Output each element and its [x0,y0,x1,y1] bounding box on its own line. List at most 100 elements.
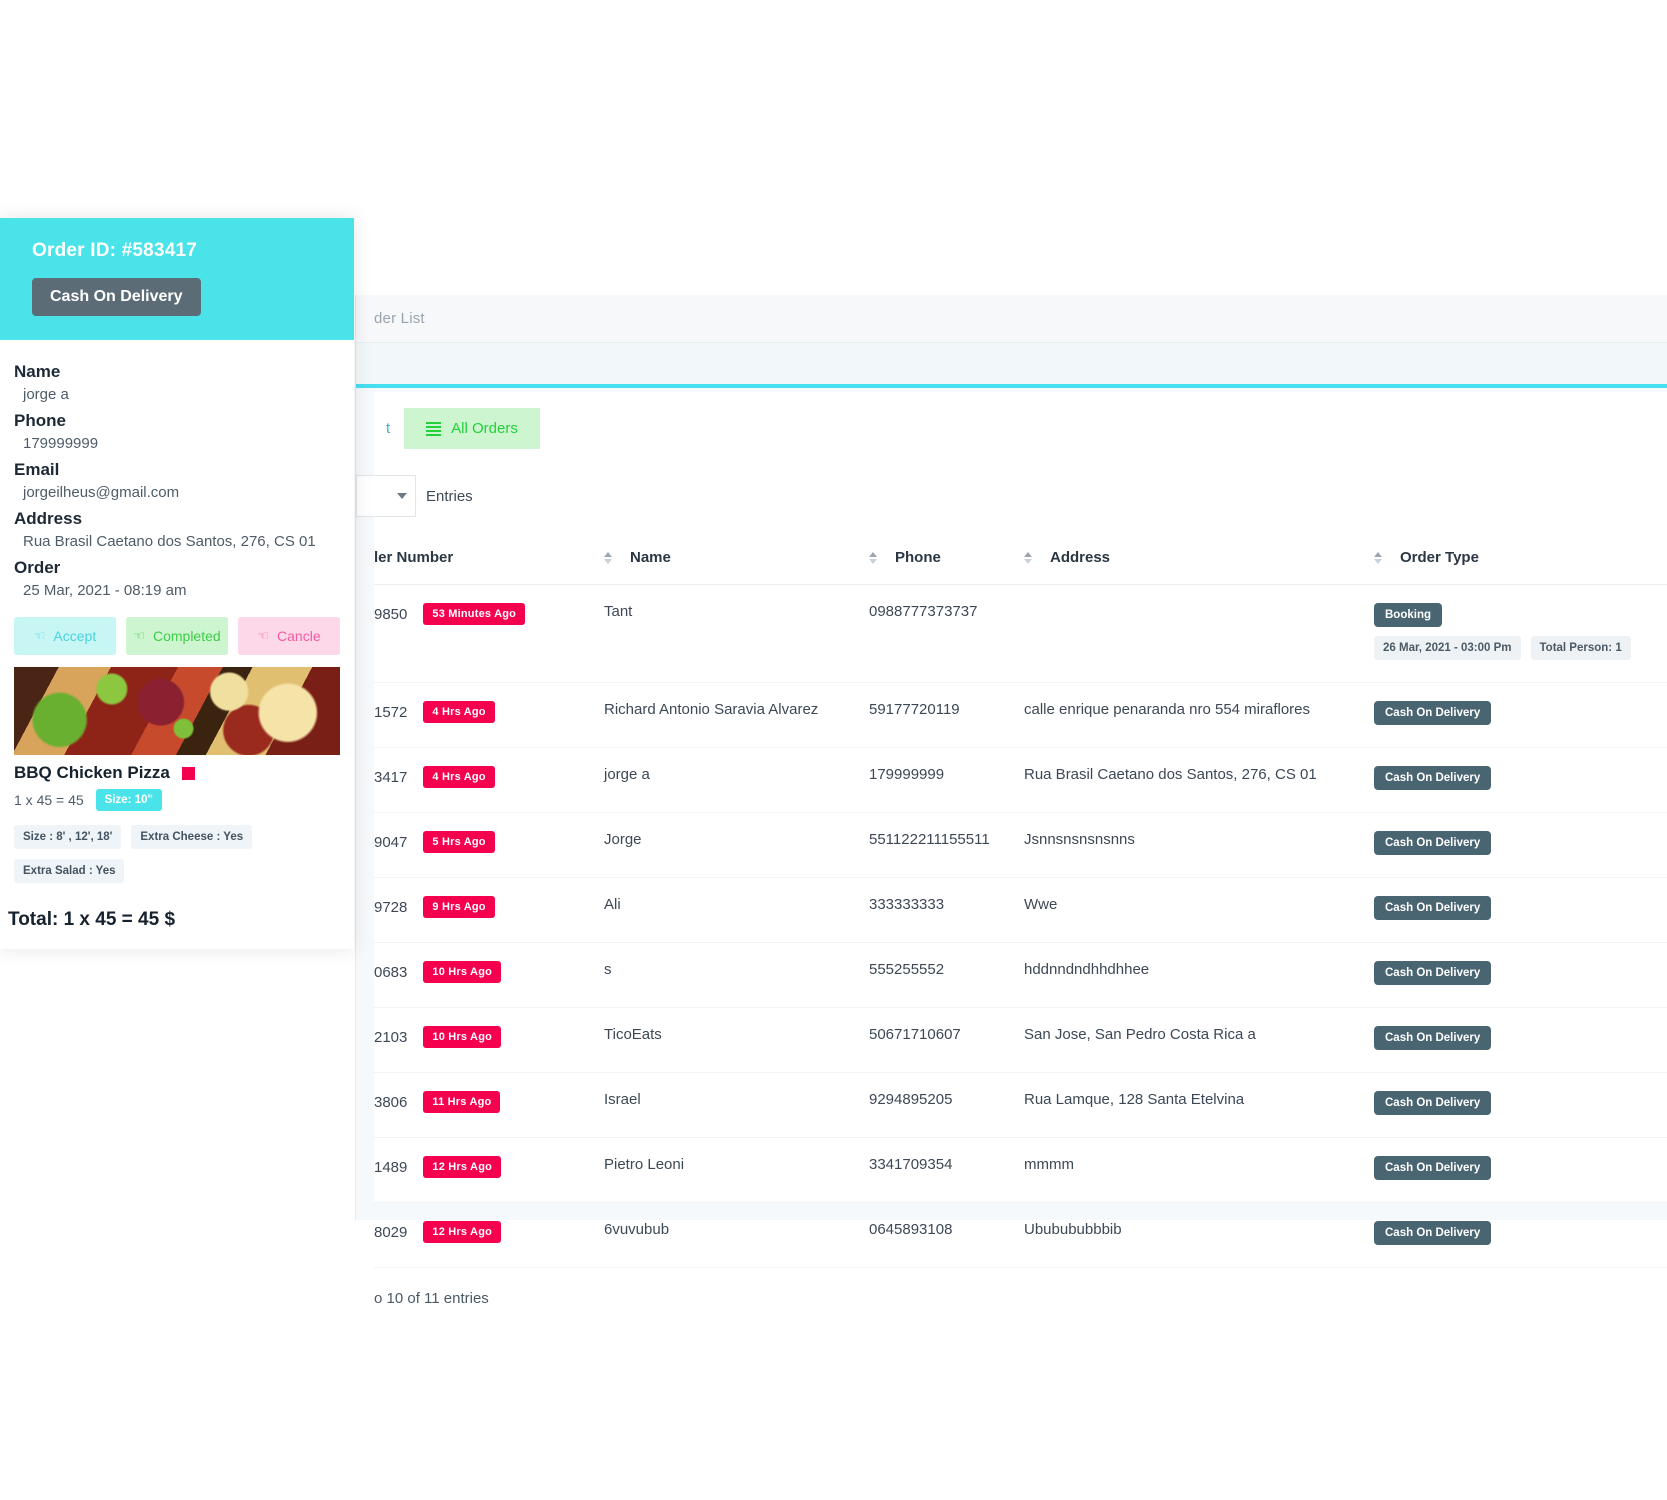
label-name: Name [14,362,61,381]
breadcrumb: der List [374,310,425,327]
cell-order-type: Cash On Delivery [1374,1007,1667,1073]
cell-order-number: 1572 4 Hrs Ago [374,682,604,748]
non-veg-indicator-icon [181,766,195,780]
hand-icon: ☜ [33,628,46,643]
order-detail-header: Order ID: #583417 Cash On Delivery [0,218,354,340]
time-ago-badge: 12 Hrs Ago [423,1156,502,1178]
cell-address: Wwe [1024,877,1374,943]
food-thumbnail [14,667,340,755]
completed-button[interactable]: ☜ Completed [126,617,228,655]
order-type-badge: Cash On Delivery [1374,896,1492,920]
column-header-order-number[interactable]: ler Number [374,535,604,585]
order-type-badge: Cash On Delivery [1374,1026,1492,1050]
order-id-title: Order ID: #583417 [32,240,197,261]
all-orders-button[interactable]: All Orders [404,408,540,449]
value-email: jorgeilheus@gmail.com [23,484,180,501]
order-list-panel: der List t All Orders Entries ler Number… [355,295,1667,1307]
cell-phone: 555255552 [869,942,1024,1008]
table-row[interactable]: 1489 12 Hrs Ago Pietro Leoni 3341709354 mmmm… [374,1137,1667,1203]
cell-order-type: Cash On Delivery [1374,682,1667,748]
cell-order-type: Booking 26 Mar, 2021 - 03:00 Pm Total Pers… [1374,584,1667,683]
cell-address: mmmm [1024,1137,1374,1203]
value-order-date: 25 Mar, 2021 - 08:19 am [23,582,187,599]
cell-phone: 3341709354 [869,1137,1024,1203]
entries-label: Entries [426,487,473,505]
cell-address: Ububububbbib [1024,1202,1374,1268]
sort-icon[interactable] [604,551,614,564]
cell-order-number: 2103 10 Hrs Ago [374,1007,604,1073]
cell-address: Rua Brasil Caetano dos Santos, 276, CS 0… [1024,747,1374,813]
cell-phone: 179999999 [869,747,1024,813]
cell-phone: 551122211155511 [869,812,1024,878]
tab-partial[interactable]: t [386,420,390,437]
time-ago-badge: 11 Hrs Ago [423,1091,501,1113]
label-address: Address [14,509,83,528]
cell-order-number: 9728 9 Hrs Ago [374,877,604,943]
column-header-name[interactable]: Name [604,535,869,585]
table-row[interactable]: 9728 9 Hrs Ago Ali 333333333 Wwe Cash On Deli… [374,877,1667,943]
order-number: 3806 [374,1093,408,1111]
table-head: ler Number Name Phone Address Order Type [374,535,1667,585]
table-row[interactable]: 3417 4 Hrs Ago jorge a 179999999 Rua Brasil … [374,747,1667,813]
column-label-order-number: ler Number [374,549,454,566]
cell-address: calle enrique penaranda nro 554 miraflor… [1024,682,1374,748]
table-row[interactable]: 2103 10 Hrs Ago TicoEats 50671710607 San Jos… [374,1007,1667,1073]
order-type-badge: Cash On Delivery [1374,1156,1492,1180]
column-header-phone[interactable]: Phone [869,535,1024,585]
cell-name: Richard Antonio Saravia Alvarez [604,682,869,748]
food-price-row: 1 x 45 = 45 Size: 10" [14,789,340,811]
value-address: Rua Brasil Caetano dos Santos, 276, CS 0… [23,533,316,550]
food-title-row: BBQ Chicken Pizza [14,763,340,783]
column-header-order-type[interactable]: Order Type [1374,535,1667,585]
column-label-address: Address [1050,549,1111,566]
all-orders-label: All Orders [451,420,518,437]
sort-icon[interactable] [869,551,879,564]
cell-phone: 50671710607 [869,1007,1024,1073]
table-row[interactable]: 0683 10 Hrs Ago s 555255552 hddnndndhhdhhee C… [374,942,1667,1008]
cell-address [1024,584,1374,683]
addon-chip: Size : 8' , 12', 18' [14,825,122,849]
accept-button[interactable]: ☜ Accept [14,617,116,655]
time-ago-badge: 4 Hrs Ago [423,701,495,723]
sort-icon[interactable] [1374,551,1384,564]
food-size-badge: Size: 10" [95,789,162,811]
value-name: jorge a [23,386,69,403]
entries-select[interactable] [356,475,416,517]
cell-order-type: Cash On Delivery [1374,877,1667,943]
addon-chip: Extra Cheese : Yes [131,825,253,849]
booking-time-chip: 26 Mar, 2021 - 03:00 Pm [1374,636,1521,660]
cell-address: hddnndndhhdhhee [1024,942,1374,1008]
cell-order-type: Cash On Delivery [1374,812,1667,878]
cancel-button[interactable]: ☜ Cancle [238,617,340,655]
cell-order-type: Cash On Delivery [1374,942,1667,1008]
table-row[interactable]: 9047 5 Hrs Ago Jorge 551122211155511 Jsnnsns… [374,812,1667,878]
order-number: 2103 [374,1028,408,1046]
time-ago-badge: 10 Hrs Ago [423,961,502,983]
table-row[interactable]: 8029 12 Hrs Ago 6vuvubub 0645893108 Ubububub… [374,1202,1667,1268]
breadcrumb-bar: der List [356,295,1667,343]
cell-name: Ali [604,877,869,943]
table-row[interactable]: 9850 53 Minutes Ago Tant 0988777373737 Booki… [374,584,1667,683]
order-number: 9850 [374,605,408,623]
cell-order-number: 3806 11 Hrs Ago [374,1072,604,1138]
label-email: Email [14,460,60,479]
total-person-chip: Total Person: 1 [1530,636,1631,660]
cell-order-type: Cash On Delivery [1374,1137,1667,1203]
sort-icon[interactable] [1024,551,1034,564]
table-row[interactable]: 1572 4 Hrs Ago Richard Antonio Saravia Alv… [374,682,1667,748]
cell-phone: 0988777373737 [869,584,1024,683]
order-total: Total: 1 x 45 = 45 $ [8,909,176,930]
entries-row: Entries [356,463,1667,535]
column-header-address[interactable]: Address [1024,535,1374,585]
orders-table: ler Number Name Phone Address Order Type… [374,535,1667,1268]
cell-name: Tant [604,584,869,683]
cell-order-number: 3417 4 Hrs Ago [374,747,604,813]
cell-phone: 59177720119 [869,682,1024,748]
table-body: 9850 53 Minutes Ago Tant 0988777373737 Booki… [374,584,1667,1268]
food-addon-row: Size : 8' , 12', 18' Extra Cheese : Yes Ex… [14,825,340,883]
cell-order-number: 0683 10 Hrs Ago [374,942,604,1008]
filter-row: t All Orders [374,392,1667,463]
cell-name: 6vuvubub [604,1202,869,1268]
cell-phone: 0645893108 [869,1202,1024,1268]
table-row[interactable]: 3806 11 Hrs Ago Israel 9294895205 Rua Lamque… [374,1072,1667,1138]
